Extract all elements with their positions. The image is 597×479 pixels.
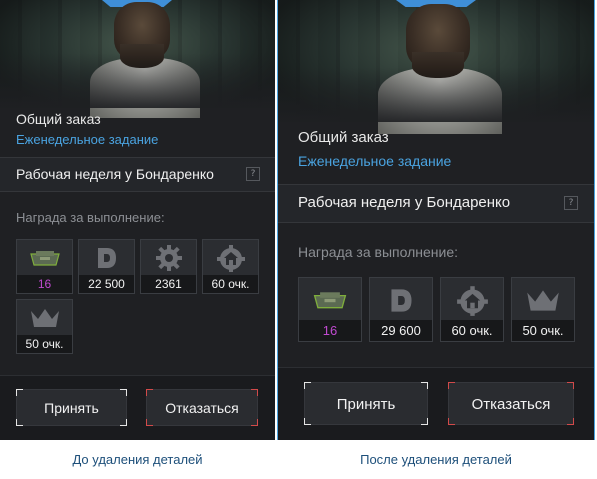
reward-tile-crown-points[interactable]: 50 очк.: [16, 299, 73, 354]
gear-icon: [141, 240, 196, 276]
order-subtitle[interactable]: Еженедельное задание: [298, 153, 451, 169]
task-name: Рабочая неделя у Бондаренко: [16, 166, 214, 182]
task-row: Рабочая неделя у Бондаренко ?: [0, 157, 275, 191]
accept-label: Принять: [336, 396, 396, 413]
decline-label: Отказаться: [471, 396, 551, 413]
decline-button[interactable]: Отказаться: [448, 382, 574, 425]
reward-value: 60 очк.: [441, 320, 503, 341]
after-panel: Общий заказ Еженедельное задание Рабочая…: [277, 0, 595, 440]
task-name: Рабочая неделя у Бондаренко: [298, 194, 511, 211]
crown-icon: [512, 278, 574, 322]
crown-icon: [17, 300, 72, 336]
order-title: Общий заказ: [16, 111, 101, 127]
reward-tile-crate[interactable]: 16: [16, 239, 73, 294]
house-gear-icon: [441, 278, 503, 322]
reward-value: 2361: [141, 275, 196, 293]
reward-value: 16: [299, 320, 361, 341]
task-row: Рабочая неделя у Бондаренко ?: [278, 184, 594, 222]
d-currency-icon: [79, 240, 134, 276]
accept-label: Принять: [44, 400, 99, 416]
reward-tile-gear[interactable]: 2361: [140, 239, 197, 294]
reward-label: Награда за выполнение:: [298, 244, 458, 260]
d-currency-icon: [370, 278, 432, 322]
reward-value: 16: [17, 275, 72, 293]
decline-button[interactable]: Отказаться: [146, 389, 258, 426]
reward-tile-currency[interactable]: 29 600: [369, 277, 433, 342]
before-caption: До удаления деталей: [72, 452, 203, 467]
character-portrait: [0, 0, 275, 118]
character-portrait: [278, 0, 594, 134]
reward-tile-crate[interactable]: 16: [298, 277, 362, 342]
help-icon[interactable]: ?: [564, 196, 578, 210]
action-bar: Принять Отказаться: [278, 367, 594, 440]
reward-label: Награда за выполнение:: [16, 210, 165, 225]
before-panel: Общий заказ Еженедельное задание Рабочая…: [0, 0, 275, 440]
reward-value: 22 500: [79, 275, 134, 293]
decline-label: Отказаться: [165, 400, 239, 416]
reward-value: 50 очк.: [512, 320, 574, 341]
reward-tile-house-points[interactable]: 60 очк.: [440, 277, 504, 342]
after-caption: После удаления деталей: [360, 452, 512, 467]
order-subtitle[interactable]: Еженедельное задание: [16, 132, 158, 147]
help-icon[interactable]: ?: [246, 167, 260, 181]
accept-button[interactable]: Принять: [304, 382, 428, 425]
order-title: Общий заказ: [298, 129, 389, 146]
reward-value: 50 очк.: [17, 335, 72, 353]
reward-tile-crown-points[interactable]: 50 очк.: [511, 277, 575, 342]
reward-tile-currency[interactable]: 22 500: [78, 239, 135, 294]
crate-icon: [17, 240, 72, 276]
reward-value: 29 600: [370, 320, 432, 341]
reward-value: 60 очк.: [203, 275, 258, 293]
accept-button[interactable]: Принять: [16, 389, 127, 426]
house-gear-icon: [203, 240, 258, 276]
action-bar: Принять Отказаться: [0, 375, 275, 440]
crate-icon: [299, 278, 361, 322]
reward-tile-house-points[interactable]: 60 очк.: [202, 239, 259, 294]
